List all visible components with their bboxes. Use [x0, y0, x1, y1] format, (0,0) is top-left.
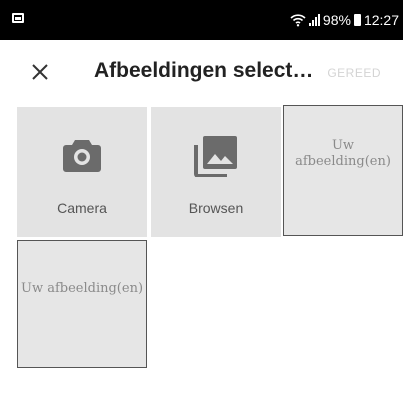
app-bar: Afbeeldingen select… GEREED: [0, 40, 403, 103]
photo-placeholder-label: Uw afbeelding(en): [20, 281, 144, 296]
photo-placeholder-tile[interactable]: Uw afbeelding(en): [17, 240, 147, 368]
browse-label: Browsen: [188, 200, 244, 216]
page-title: Afbeeldingen select…: [94, 59, 314, 82]
status-icons: 98% 12:27: [290, 10, 399, 30]
screenshot-notification-icon: [12, 13, 24, 23]
done-button[interactable]: GEREED: [327, 66, 381, 80]
wifi-icon: [290, 13, 306, 27]
photo-placeholder-tile[interactable]: Uw afbeelding(en): [283, 105, 403, 236]
camera-tile[interactable]: Camera: [17, 107, 147, 237]
signal-icon: [308, 14, 320, 26]
camera-label: Camera: [57, 200, 107, 216]
battery-icon: [353, 14, 361, 26]
close-icon[interactable]: [28, 60, 52, 84]
battery-percent: 98%: [322, 12, 351, 28]
clock: 12:27: [363, 12, 399, 28]
browse-tile[interactable]: Browsen: [151, 107, 281, 237]
gallery-icon: [194, 135, 238, 182]
camera-icon: [63, 138, 101, 177]
photo-placeholder-label: Uw afbeelding(en): [295, 138, 391, 170]
status-bar: 98% 12:27: [0, 0, 403, 40]
